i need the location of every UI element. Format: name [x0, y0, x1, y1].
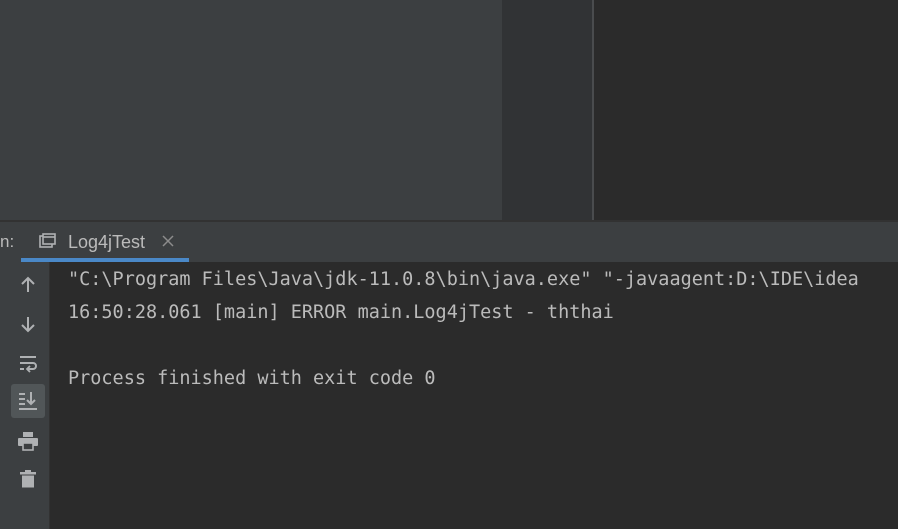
scroll-to-end-button[interactable]: [11, 384, 45, 418]
editor-gutter: [502, 0, 592, 222]
print-button[interactable]: [11, 424, 45, 458]
console-line-command: "C:\Program Files\Java\jdk-11.0.8\bin\ja…: [68, 269, 859, 290]
editor-area[interactable]: [0, 0, 502, 222]
console-line-exit: Process finished with exit code 0: [68, 368, 436, 389]
tab-log4jtest[interactable]: Log4jTest: [21, 222, 189, 262]
up-arrow-icon: [18, 275, 38, 295]
console-line-log: 16:50:28.061 [main] ERROR main.Log4jTest…: [68, 302, 614, 323]
editor-secondary-area[interactable]: [594, 0, 898, 222]
scroll-to-end-icon: [17, 390, 39, 412]
down-arrow-button[interactable]: [11, 307, 45, 341]
close-icon[interactable]: [159, 232, 177, 250]
tab-label: Log4jTest: [68, 232, 146, 252]
ide-window: n: Log4jTest "C:\Program Files\Java\jdk-…: [0, 0, 898, 529]
down-arrow-icon: [18, 314, 38, 334]
console-output[interactable]: "C:\Program Files\Java\jdk-11.0.8\bin\ja…: [50, 262, 898, 529]
up-arrow-button[interactable]: [11, 268, 45, 302]
soft-wrap-icon: [18, 353, 38, 373]
soft-wrap-button[interactable]: [11, 346, 45, 380]
print-icon: [17, 431, 39, 451]
run-panel-header: n: Log4jTest: [0, 222, 898, 262]
console-window-icon: [39, 233, 57, 249]
run-panel-title: n:: [0, 232, 15, 251]
console-toolbar: [0, 262, 49, 529]
trash-icon: [19, 469, 37, 489]
clear-all-button[interactable]: [11, 462, 45, 496]
